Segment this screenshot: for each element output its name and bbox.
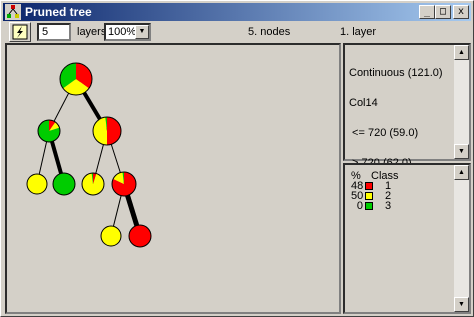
layer-status: 1. layer [340, 26, 377, 38]
class-2-swatch [365, 192, 373, 200]
tree-node-lr[interactable] [52, 172, 76, 196]
legend-class: 3 [385, 200, 392, 212]
class-1-swatch [365, 182, 373, 190]
tree-node-rrr[interactable] [128, 224, 152, 248]
tree-node-rr[interactable] [111, 171, 137, 197]
title-bar[interactable]: Pruned tree _ □ x [3, 3, 471, 21]
tree-node-l[interactable] [37, 119, 61, 143]
node-slice-class-2 [93, 117, 107, 145]
scroll-down-icon[interactable]: ▼ [454, 297, 469, 312]
layers-input[interactable] [37, 23, 71, 41]
tree-diagram [26, 62, 152, 248]
lightning-icon [12, 24, 28, 40]
legend-pct: 0 [356, 200, 363, 212]
node-slice-class-1 [107, 117, 121, 145]
chevron-down-icon[interactable]: ▼ [135, 25, 149, 39]
tree-app-icon [5, 4, 21, 20]
zoom-select[interactable]: 100% ▼ [104, 23, 151, 41]
scroll-up-icon[interactable]: ▲ [454, 45, 469, 60]
layers-label: layers [77, 26, 107, 38]
minimize-button[interactable]: _ [419, 5, 435, 19]
tree-node-rl[interactable] [81, 172, 105, 196]
info-line-1: Col14 [349, 97, 378, 109]
tree-node-rrl[interactable] [100, 225, 122, 247]
pruned-tree-window: Pruned tree _ □ x layers 100% ▼ 5. nodes… [0, 0, 474, 317]
refresh-tree-button[interactable] [9, 22, 31, 42]
tree-canvas[interactable] [5, 43, 341, 314]
toolbar: layers 100% ▼ 5. nodes 1. layer [3, 21, 471, 43]
nodes-count-status: 5. nodes [248, 26, 291, 38]
zoom-value: 100% [108, 26, 137, 38]
class-legend-panel: % Class 48 1 50 2 0 3 ▲ ▼ [343, 163, 471, 314]
scroll-down-icon[interactable]: ▼ [454, 144, 469, 159]
close-button[interactable]: x [453, 5, 469, 19]
info-scrollbar[interactable]: ▲ ▼ [454, 45, 469, 159]
window-title: Pruned tree [25, 5, 92, 19]
info-line-2: <= 720 (59.0) [349, 127, 419, 139]
scroll-up-icon[interactable]: ▲ [454, 165, 469, 180]
node-info-panel: Continuous (121.0) Col14 <= 720 (59.0) >… [343, 43, 471, 169]
info-line-0: Continuous (121.0) [349, 67, 443, 79]
maximize-button[interactable]: □ [435, 5, 451, 19]
tree-node-r[interactable] [92, 116, 122, 146]
class-3-swatch [365, 202, 373, 210]
tree-node-ll[interactable] [26, 173, 48, 195]
tree-node-root[interactable] [59, 62, 93, 96]
legend-scrollbar[interactable]: ▲ ▼ [454, 165, 469, 312]
